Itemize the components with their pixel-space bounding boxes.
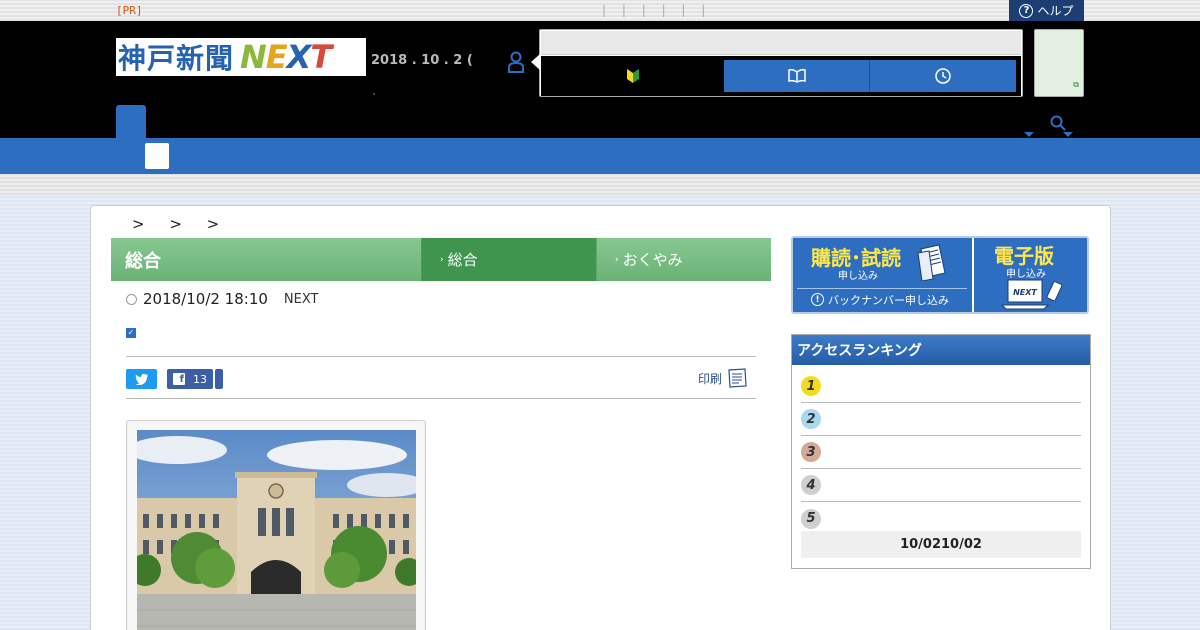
- main-panel: > > > 総合 › 総合 › おくやみ 2018/10/2 18:10 NEX…: [90, 205, 1111, 630]
- tab-obituary-label: おくやみ: [622, 251, 683, 269]
- help-button[interactable]: ? ヘルプ: [1009, 0, 1084, 21]
- article-photo-frame: [126, 420, 426, 630]
- category-bar: 総合 › 総合 › おくやみ: [111, 238, 771, 281]
- clock-icon: [935, 68, 951, 84]
- site-logo[interactable]: 神戸新聞 NEXT: [116, 38, 366, 76]
- nav-tab-book[interactable]: [724, 60, 870, 92]
- rank-badge: 1: [801, 376, 821, 396]
- ranking-date: 10/0210/02: [801, 531, 1081, 558]
- clock-icon: [126, 293, 137, 305]
- header-date: 2018 . 10 . 2 (: [371, 53, 473, 68]
- digital-banner[interactable]: 電子版 申し込み NEXT: [974, 238, 1087, 312]
- article-photo[interactable]: [137, 430, 416, 630]
- nav-tabs: [541, 56, 1021, 96]
- ranking-item[interactable]: 3: [801, 436, 1081, 469]
- book-icon: [787, 69, 806, 83]
- article-datetime: 2018/10/2 18:10: [143, 290, 268, 308]
- chevron-right-icon: ›: [440, 254, 444, 265]
- ranking-item[interactable]: 1: [801, 370, 1081, 403]
- print-icon: [728, 368, 747, 388]
- pr-label[interactable]: [PR]: [116, 4, 143, 17]
- rank-badge: 4: [801, 475, 821, 495]
- ranking-item[interactable]: 4: [801, 469, 1081, 502]
- tab-obituary[interactable]: › おくやみ: [597, 238, 771, 281]
- rank-badge: 5: [801, 508, 821, 529]
- user-icon[interactable]: [507, 51, 525, 73]
- back-number-link[interactable]: ! バックナンバー申し込み: [797, 288, 967, 310]
- facebook-button[interactable]: f 13: [167, 369, 213, 389]
- newspaper-icon: [917, 244, 946, 281]
- search-arrow-icon[interactable]: [1063, 132, 1073, 137]
- print-button[interactable]: 印刷: [698, 368, 748, 388]
- nav-home-tab[interactable]: [116, 105, 146, 138]
- twitter-button[interactable]: [126, 369, 157, 389]
- header-nav-box: [531, 29, 1023, 97]
- check-icon[interactable]: ✓: [126, 328, 136, 338]
- facebook-extra-button[interactable]: [215, 369, 223, 389]
- divider: [126, 356, 756, 357]
- beginner-mark-icon: [626, 69, 639, 83]
- rank-badge: 3: [801, 442, 821, 462]
- header-tick: `: [372, 93, 377, 104]
- article-meta: 2018/10/2 18:10 NEXT: [126, 290, 318, 308]
- chevron-right-icon: ›: [615, 254, 619, 265]
- laptop-phone-icon: NEXT: [1002, 279, 1063, 310]
- logo-next: NEXT: [240, 38, 332, 76]
- top-links[interactable]: | | | | | |: [602, 3, 711, 17]
- top-strip: [PR] | | | | | | ? ヘルプ: [0, 0, 1200, 21]
- breadcrumb[interactable]: > > >: [132, 215, 229, 233]
- article-source: NEXT: [283, 291, 319, 307]
- twitter-icon: [135, 373, 148, 385]
- facebook-icon: f: [173, 373, 185, 385]
- nav-home-box[interactable]: [145, 143, 169, 169]
- sub-nav-bar: [0, 174, 1200, 195]
- back-number-label: バックナンバー申し込み: [828, 293, 949, 307]
- access-ranking: アクセスランキング 1 2 3 4 5 10/0210/02: [791, 334, 1091, 569]
- rank-badge: 2: [801, 409, 821, 429]
- category-title: 総合: [111, 238, 422, 281]
- subscribe-banner[interactable]: 購読･試読 申し込み ! バックナンバー申し込み: [793, 238, 974, 312]
- question-circle-icon: ?: [1019, 3, 1034, 18]
- external-link-icon: ⧉: [1073, 80, 1079, 89]
- ranking-item[interactable]: 2: [801, 403, 1081, 436]
- nav-input[interactable]: [541, 31, 1021, 55]
- help-label: ヘルプ: [1037, 4, 1074, 18]
- search-icon[interactable]: [1050, 115, 1066, 131]
- logo-kanji: 神戸新聞: [118, 42, 235, 75]
- subscription-banner: 購読･試読 申し込み ! バックナンバー申し込み 電子版 申し込み NEXT: [791, 236, 1089, 314]
- header-side-box[interactable]: ⧉: [1034, 29, 1084, 97]
- nav-tab-beginner[interactable]: [541, 56, 724, 96]
- divider: [126, 398, 756, 399]
- tab-general-label: 総合: [447, 251, 478, 269]
- device-label: NEXT: [1013, 288, 1037, 297]
- menu-arrow-icon[interactable]: [1024, 132, 1034, 137]
- print-label: 印刷: [698, 371, 723, 386]
- share-buttons: f 13: [126, 369, 223, 389]
- ranking-title: アクセスランキング: [792, 335, 1090, 365]
- info-icon: !: [811, 293, 824, 306]
- facebook-count: 13: [193, 372, 207, 386]
- tab-general[interactable]: › 総合: [422, 238, 597, 281]
- site-header: 神戸新聞 NEXT 2018 . 10 . 2 ( ` ⧉: [0, 21, 1200, 138]
- subscribe-sub: 申し込み: [838, 271, 878, 282]
- nav-tab-clock[interactable]: [870, 60, 1016, 92]
- nav-bar: [0, 138, 1200, 174]
